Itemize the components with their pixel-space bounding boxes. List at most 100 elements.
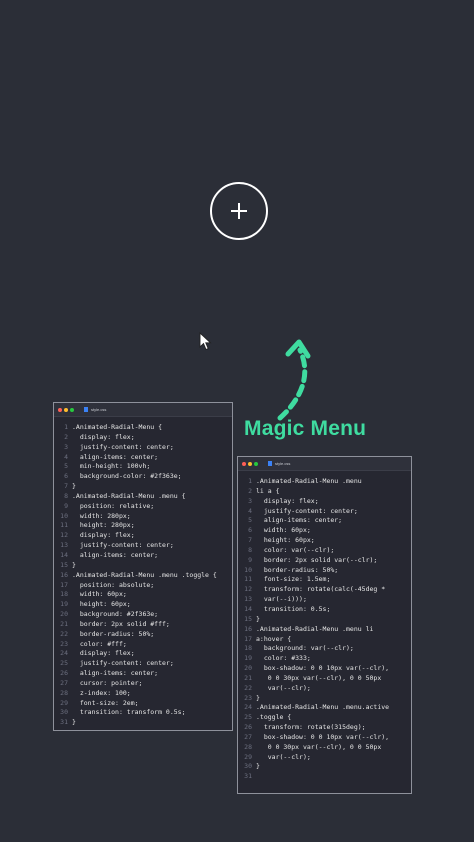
code-line: 27 box-shadow: 0 0 10px var(--clr),	[238, 733, 411, 743]
line-number: 22	[244, 683, 252, 692]
line-number: 25	[60, 659, 68, 668]
code-text: min-height: 100vh;	[72, 462, 151, 471]
code-text: var(--clr);	[256, 683, 311, 692]
code-line: 9 border: 2px solid var(--clr);	[238, 556, 411, 566]
close-dot[interactable]	[242, 461, 246, 466]
editor-tab[interactable]: style.css	[84, 407, 106, 412]
code-line: 3 display: flex;	[238, 497, 411, 507]
code-text: justify-content: center;	[256, 506, 358, 515]
line-number: 26	[60, 669, 68, 678]
code-line: 14 transition: 0.5s;	[238, 605, 411, 615]
code-text: var(--i)));	[256, 595, 307, 604]
line-number: 16	[60, 570, 68, 579]
code-line: 1 .Animated-Radial-Menu {	[54, 423, 232, 433]
code-line: 26 transform: rotate(315deg);	[238, 723, 411, 733]
code-text: position: absolute;	[72, 580, 155, 589]
line-number: 2	[248, 486, 252, 495]
code-line: 24 display: flex;	[54, 649, 232, 659]
line-number: 4	[64, 452, 68, 461]
code-line: 11 height: 280px;	[54, 521, 232, 531]
code-line: 16 .Animated-Radial-Menu .menu li	[238, 625, 411, 635]
editor-titlebar: style.css	[54, 403, 232, 417]
code-text: border: 2px solid var(--clr);	[256, 555, 378, 564]
line-number: 18	[244, 644, 252, 653]
file-icon	[84, 407, 88, 412]
code-line: 1 .Animated-Radial-Menu .menu	[238, 477, 411, 487]
code-text: color: var(--clr);	[256, 545, 335, 554]
line-number: 8	[248, 545, 252, 554]
line-number: 10	[60, 511, 68, 520]
code-line: 22 var(--clr);	[238, 684, 411, 694]
code-line: 17 position: absolute;	[54, 581, 232, 591]
line-number: 28	[60, 688, 68, 697]
line-number: 30	[244, 762, 252, 771]
code-editor-left: style.css 1 .Animated-Radial-Menu {2 disp…	[53, 402, 233, 731]
code-text: width: 60px;	[72, 590, 127, 599]
line-number: 7	[64, 482, 68, 491]
code-line: 13 justify-content: center;	[54, 541, 232, 551]
line-number: 8	[64, 491, 68, 500]
code-line: 20 background: #2f363e;	[54, 610, 232, 620]
code-text: height: 280px;	[72, 521, 135, 530]
code-line: 26 align-items: center;	[54, 669, 232, 679]
editor-tab[interactable]: style.css	[268, 461, 290, 466]
minimize-dot[interactable]	[248, 461, 252, 466]
code-line: 19 color: #333;	[238, 654, 411, 664]
code-text: align-items: center;	[72, 452, 159, 461]
line-number: 12	[244, 585, 252, 594]
line-number: 24	[60, 649, 68, 658]
menu-toggle-button[interactable]	[210, 182, 268, 240]
code-line: 18 background: var(--clr);	[238, 644, 411, 654]
code-text: display: flex;	[72, 649, 135, 658]
code-text: transition: 0.5s;	[256, 604, 331, 613]
code-line: 21 border: 2px solid #fff;	[54, 620, 232, 630]
code-text: background-color: #2f363e;	[72, 472, 182, 481]
line-number: 17	[60, 580, 68, 589]
code-line: 19 height: 60px;	[54, 600, 232, 610]
code-area[interactable]: 1 .Animated-Radial-Menu .menu 2 li a {3 dis…	[238, 471, 411, 782]
editor-titlebar: style.css	[238, 457, 411, 471]
line-number: 19	[60, 600, 68, 609]
line-number: 27	[244, 732, 252, 741]
minimize-dot[interactable]	[64, 407, 68, 412]
maximize-dot[interactable]	[254, 461, 258, 466]
maximize-dot[interactable]	[70, 407, 74, 412]
code-text: .Animated-Radial-Menu .menu	[256, 477, 362, 485]
code-line: 14 align-items: center;	[54, 551, 232, 561]
code-text: font-size: 2em;	[72, 698, 139, 707]
code-line: 25 .toggle {	[238, 713, 411, 723]
code-line: 12 transform: rotate(calc(-45deg *	[238, 585, 411, 595]
code-line: 2 display: flex;	[54, 433, 232, 443]
code-text: display: flex;	[256, 496, 319, 505]
code-text: background: var(--clr);	[256, 644, 354, 653]
code-text: }	[256, 693, 260, 702]
code-text: .Animated-Radial-Menu {	[72, 423, 163, 431]
code-text: border: 2px solid #fff;	[72, 619, 170, 628]
code-line: 27 cursor: pointer;	[54, 679, 232, 689]
code-text: justify-content: center;	[72, 541, 174, 550]
code-area[interactable]: 1 .Animated-Radial-Menu {2 display: flex;…	[54, 417, 232, 728]
code-line: 2 li a {	[238, 487, 411, 497]
line-number: 24	[244, 703, 252, 712]
code-text: box-shadow: 0 0 10px var(--clr),	[256, 664, 390, 673]
code-text: width: 280px;	[72, 511, 131, 520]
code-line: 17 a:hover {	[238, 635, 411, 645]
line-number: 23	[244, 693, 252, 702]
code-line: 30 transition: transform 0.5s;	[54, 708, 232, 718]
line-number: 29	[244, 752, 252, 761]
line-number: 20	[244, 664, 252, 673]
code-text: color: #333;	[256, 654, 311, 663]
code-line: 25 justify-content: center;	[54, 659, 232, 669]
code-text: justify-content: center;	[72, 659, 174, 668]
close-dot[interactable]	[58, 407, 62, 412]
line-number: 9	[64, 501, 68, 510]
line-number: 28	[244, 742, 252, 751]
line-number: 18	[60, 590, 68, 599]
code-text: display: flex;	[72, 432, 135, 441]
code-editor-right: style.css 1 .Animated-Radial-Menu .menu 2 l…	[237, 456, 412, 794]
code-line: 11 font-size: 1.5em;	[238, 575, 411, 585]
mouse-cursor-icon	[199, 332, 212, 351]
line-number: 14	[60, 550, 68, 559]
line-number: 13	[244, 595, 252, 604]
code-line: 23}	[238, 694, 411, 704]
